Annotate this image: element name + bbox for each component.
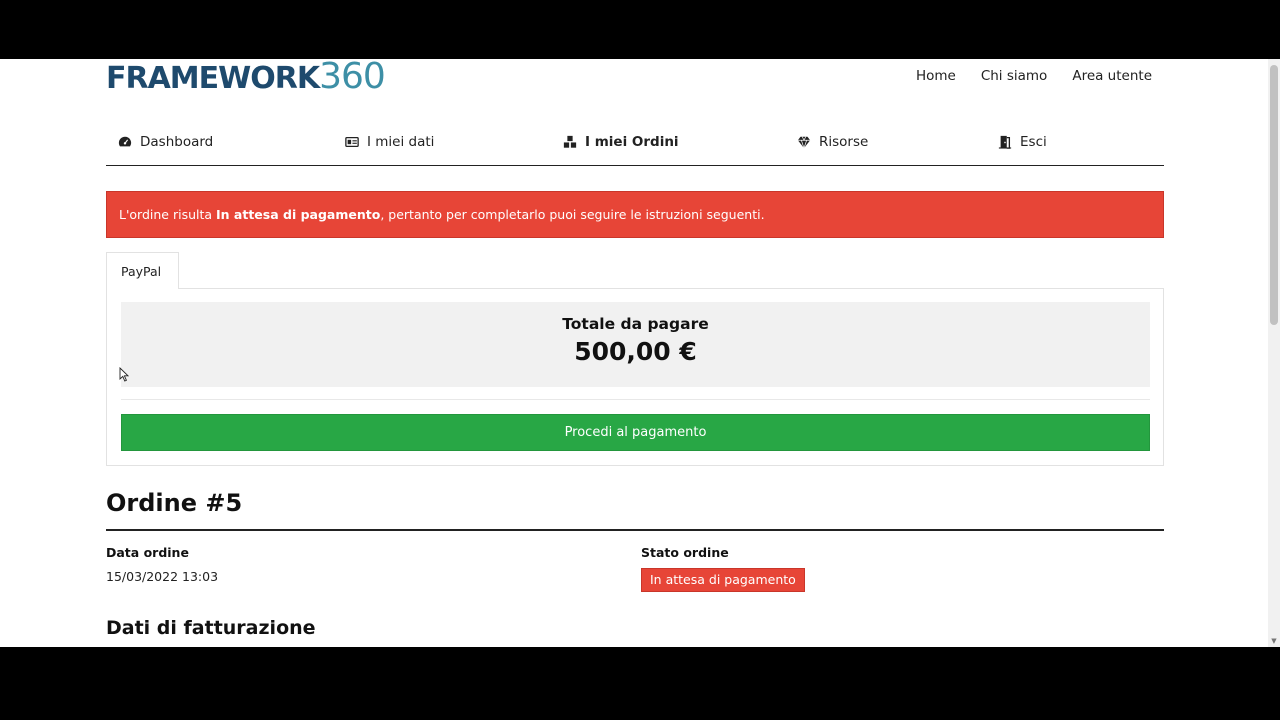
- link-chi-siamo[interactable]: Chi siamo: [981, 68, 1048, 84]
- alert-text-bold: In attesa di pagamento: [216, 207, 381, 222]
- total-box: Totale da pagare 500,00 €: [121, 302, 1150, 387]
- vertical-scrollbar[interactable]: ▼: [1268, 59, 1280, 647]
- alert-text-before: L'ordine risulta: [119, 207, 217, 222]
- dashboard-icon: [118, 136, 132, 147]
- logo-text: FRAMEWORK: [106, 61, 320, 96]
- billing-section-title: Dati di fatturazione: [106, 617, 316, 639]
- alert-text-after: , pertanto per completarlo puoi seguire …: [380, 207, 765, 222]
- tab-label: PayPal: [121, 264, 162, 279]
- status-badge: In attesa di pagamento: [641, 568, 805, 592]
- door-exit-icon: [998, 135, 1012, 149]
- nav-item-risorse[interactable]: Risorse: [797, 134, 868, 150]
- proceed-to-payment-button[interactable]: Procedi al pagamento: [121, 414, 1150, 451]
- order-divider: [106, 529, 1164, 531]
- nav-label: I miei Ordini: [585, 134, 679, 150]
- link-home[interactable]: Home: [916, 68, 956, 84]
- nav-item-esci[interactable]: Esci: [998, 134, 1047, 150]
- id-card-icon: [345, 136, 359, 148]
- nav-item-miei-dati[interactable]: I miei dati: [345, 134, 434, 150]
- site-header: FRAMEWORK360 Home Chi siamo Area utente: [106, 59, 1164, 99]
- gem-icon: [797, 136, 811, 149]
- payment-pending-alert: L'ordine risulta In attesa di pagamento,…: [106, 191, 1164, 238]
- logo-number: 360: [319, 59, 386, 97]
- order-title: Ordine #5: [106, 489, 243, 517]
- tab-paypal[interactable]: PayPal: [106, 252, 179, 289]
- nav-label: I miei dati: [367, 134, 435, 150]
- nav-label: Esci: [1020, 134, 1047, 150]
- top-nav: Home Chi siamo Area utente: [916, 68, 1152, 84]
- scrollbar-thumb[interactable]: [1270, 65, 1278, 325]
- nav-label: Dashboard: [140, 134, 214, 150]
- page-viewport: FRAMEWORK360 Home Chi siamo Area utente …: [0, 59, 1280, 647]
- boxes-icon: [563, 135, 577, 148]
- divider: [121, 399, 1150, 400]
- order-date-label: Data ordine: [106, 545, 189, 560]
- nav-label: Risorse: [819, 134, 869, 150]
- account-nav: Dashboard I miei dati I miei Ordini Riso…: [106, 129, 1164, 166]
- order-status-label: Stato ordine: [641, 545, 729, 560]
- mouse-cursor-icon: [119, 367, 129, 382]
- total-label: Totale da pagare: [562, 315, 709, 333]
- payment-panel: Totale da pagare 500,00 € Procedi al pag…: [106, 288, 1164, 466]
- scroll-down-arrow-icon[interactable]: ▼: [1270, 637, 1278, 645]
- order-date-value: 15/03/2022 13:03: [106, 569, 219, 584]
- nav-item-dashboard[interactable]: Dashboard: [118, 134, 213, 150]
- nav-item-miei-ordini[interactable]: I miei Ordini: [563, 134, 679, 150]
- total-amount: 500,00 €: [574, 337, 697, 366]
- site-logo[interactable]: FRAMEWORK360: [106, 59, 386, 97]
- link-area-utente[interactable]: Area utente: [1072, 68, 1152, 84]
